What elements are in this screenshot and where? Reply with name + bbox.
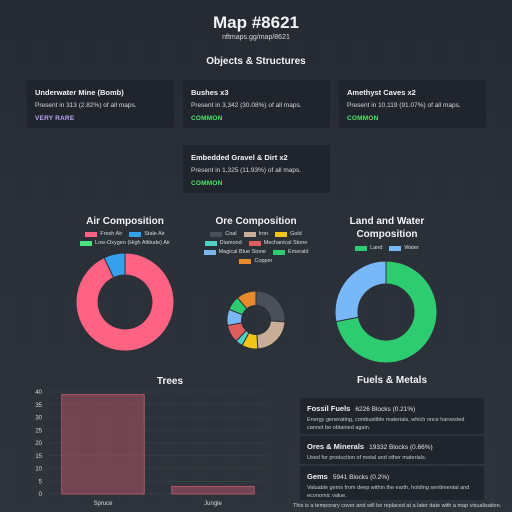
legend-item[interactable]: Magical Blue Stone	[203, 249, 266, 255]
legend-item[interactable]: Water	[389, 245, 419, 251]
page-title: Map #8621	[213, 13, 299, 32]
legend-label: Low-Oxygen (High Altitude) Air	[95, 240, 170, 246]
y-tick-label: 10	[35, 467, 42, 473]
object-presence: Present in 3,342 (30.08%) of all maps.	[191, 102, 302, 109]
fuel-blocks: 19332 Blocks (0.66%)	[369, 444, 433, 451]
rarity-badge: COMMON	[191, 115, 223, 122]
air-legend: Fresh Air Stale Air Low-Oxygen (High Altit…	[55, 231, 195, 246]
fuel-card: Gems 5941 Blocks (0.2%) Valuable gems fro…	[300, 466, 484, 500]
fuel-name: Gems	[307, 472, 328, 481]
legend-item[interactable]: Low-Oxygen (High Altitude) Air	[80, 240, 170, 246]
legend-swatch	[355, 245, 368, 251]
rarity-badge: VERY RARE	[35, 115, 75, 122]
legend-swatch	[85, 231, 98, 237]
object-card: Underwater Mine (Bomb) Present in 313 (2…	[27, 80, 174, 128]
footer-note: This is a temporary cover and will be re…	[293, 503, 502, 509]
legend-label: Magical Blue Stone	[218, 249, 266, 255]
fuel-blocks: 5941 Blocks (0.2%)	[332, 474, 390, 481]
legend-label: Water	[404, 245, 419, 251]
land-water-legend: Land Water	[337, 245, 437, 251]
y-tick-label: 30	[35, 416, 42, 422]
legend-label: Diamond	[219, 240, 242, 246]
x-tick-label: Jungle	[204, 501, 222, 507]
object-presence: Present in 313 (2.82%) of all maps.	[35, 102, 137, 109]
pie-slice[interactable]	[334, 260, 387, 323]
air-donut-chart	[75, 252, 175, 352]
fuel-description: Valuable gems from deep within the earth…	[307, 485, 470, 499]
fuel-name: Fossil Fuels	[307, 404, 351, 413]
fuel-blocks: 6226 Blocks (0.21%)	[355, 406, 416, 413]
object-presence: Present in 10,119 (91.07%) of all maps.	[347, 102, 461, 109]
ore-legend: Coal Iron Gold Diamond Mechanical Stone Magic…	[200, 231, 312, 264]
fuel-description: Used for production of metal and other m…	[307, 455, 427, 461]
object-name: Amethyst Caves x2	[347, 88, 416, 97]
bar[interactable]	[61, 394, 145, 495]
object-name: Bushes x3	[191, 88, 229, 97]
legend-swatch	[129, 231, 142, 237]
legend-swatch	[210, 231, 223, 237]
y-tick-label: 40	[35, 390, 42, 396]
y-tick-label: 25	[35, 428, 42, 434]
x-tick-label: Spruce	[93, 501, 113, 507]
legend-item[interactable]: Copper	[239, 258, 273, 264]
fuel-card: Fossil Fuels 6226 Blocks (0.21%) Energy g…	[300, 398, 484, 434]
legend-swatch	[239, 258, 252, 264]
legend-swatch	[80, 240, 93, 246]
y-tick-label: 35	[35, 403, 42, 409]
fuel-name: Ores & Minerals	[307, 442, 365, 451]
y-tick-label: 15	[35, 454, 42, 460]
ore-chart-title: Ore Composition	[215, 216, 297, 227]
land-water-donut-chart	[334, 260, 438, 364]
bar[interactable]	[171, 485, 255, 495]
rarity-badge: COMMON	[191, 180, 223, 187]
ore-donut-chart	[226, 290, 286, 350]
legend-label: Coal	[225, 231, 237, 237]
legend-item[interactable]: Land	[355, 245, 382, 251]
legend-label: Emerald	[287, 249, 309, 255]
legend-item[interactable]: Mechanical Stone	[248, 240, 308, 246]
legend-item[interactable]: Coal	[210, 231, 237, 237]
legend-item[interactable]: Fresh Air	[85, 231, 122, 237]
legend-item[interactable]: Gold	[275, 231, 302, 237]
fuel-description: Energy generating, combustible materials…	[307, 417, 465, 431]
legend-swatch	[203, 249, 216, 255]
object-card: Bushes x3 Present in 3,342 (30.08%) of a…	[183, 80, 330, 128]
legend-swatch	[243, 231, 256, 237]
legend-label: Land	[370, 245, 383, 251]
legend-item[interactable]: Emerald	[272, 249, 309, 255]
legend-label: Copper	[254, 258, 273, 264]
land-water-chart-title: Land and Water Composition	[349, 216, 425, 240]
pie-slice[interactable]	[256, 320, 286, 350]
object-name: Embedded Gravel & Dirt x2	[191, 153, 288, 162]
y-tick-label: 5	[39, 479, 43, 485]
legend-swatch	[275, 231, 288, 237]
object-card: Embedded Gravel & Dirt x2 Present in 1,3…	[183, 145, 330, 193]
page: Map #8621 nftmaps.gg/map/8621 Objects & …	[0, 0, 512, 512]
legend-label: Gold	[290, 231, 302, 237]
fuels-section-title: Fuels & Metals	[356, 375, 428, 386]
air-chart-title: Air Composition	[86, 216, 164, 227]
objects-section-title: Objects & Structures	[206, 56, 306, 67]
legend-label: Mechanical Stone	[263, 240, 308, 246]
legend-swatch	[389, 245, 402, 251]
object-card: Amethyst Caves x2 Present in 10,119 (91.…	[339, 80, 486, 128]
y-tick-label: 20	[35, 441, 42, 447]
legend-swatch	[272, 249, 285, 255]
map-url[interactable]: nftmaps.gg/map/8621	[0, 34, 512, 41]
object-name: Underwater Mine (Bomb)	[35, 88, 124, 97]
y-tick-label: 0	[39, 492, 43, 498]
legend-label: Fresh Air	[100, 231, 123, 237]
rarity-badge: COMMON	[347, 115, 379, 122]
legend-item[interactable]: Diamond	[204, 240, 242, 246]
legend-label: Stale Air	[144, 231, 165, 237]
object-presence: Present in 1,325 (11.93%) of all maps.	[191, 167, 302, 174]
legend-swatch	[204, 240, 217, 246]
legend-label: Iron	[258, 231, 269, 237]
fuel-card: Ores & Minerals 19332 Blocks (0.66%) Used…	[300, 436, 484, 464]
legend-item[interactable]: Iron	[243, 231, 269, 237]
trees-bar-chart: 0 5 10 15 20 25 30 35 40 Spruce Jungle	[35, 390, 268, 507]
legend-swatch	[248, 240, 261, 246]
pie-slice[interactable]	[255, 290, 286, 323]
legend-item[interactable]: Stale Air	[129, 231, 165, 237]
